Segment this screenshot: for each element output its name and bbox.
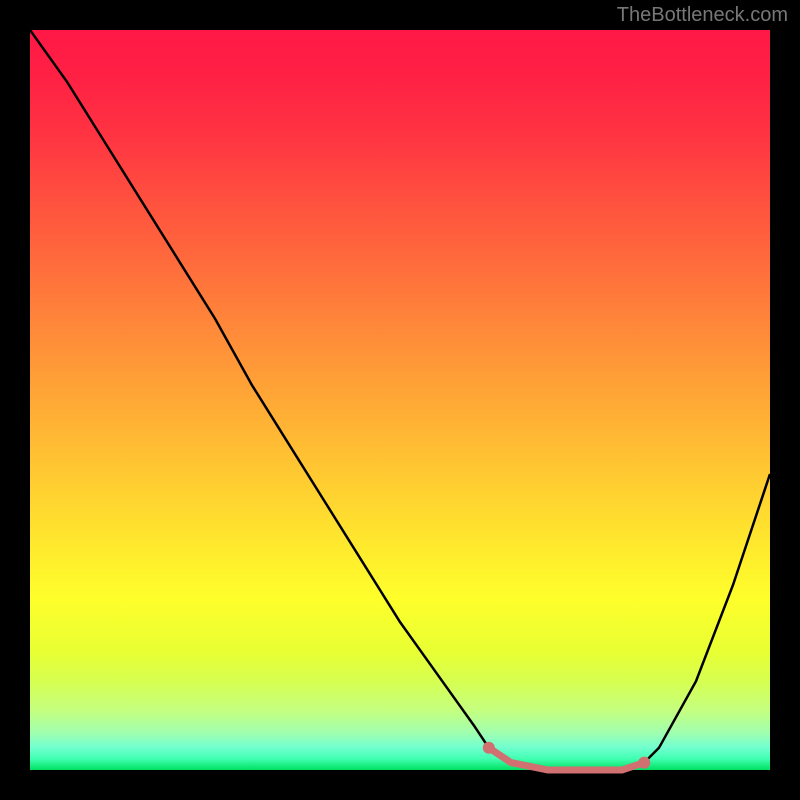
watermark-text: TheBottleneck.com <box>617 4 788 27</box>
plot-background <box>30 30 770 770</box>
chart-container: TheBottleneck.com <box>0 0 800 800</box>
bottleneck-chart <box>0 0 800 800</box>
optimal-range-start-dot <box>483 742 495 754</box>
optimal-range-end-dot <box>638 757 650 769</box>
